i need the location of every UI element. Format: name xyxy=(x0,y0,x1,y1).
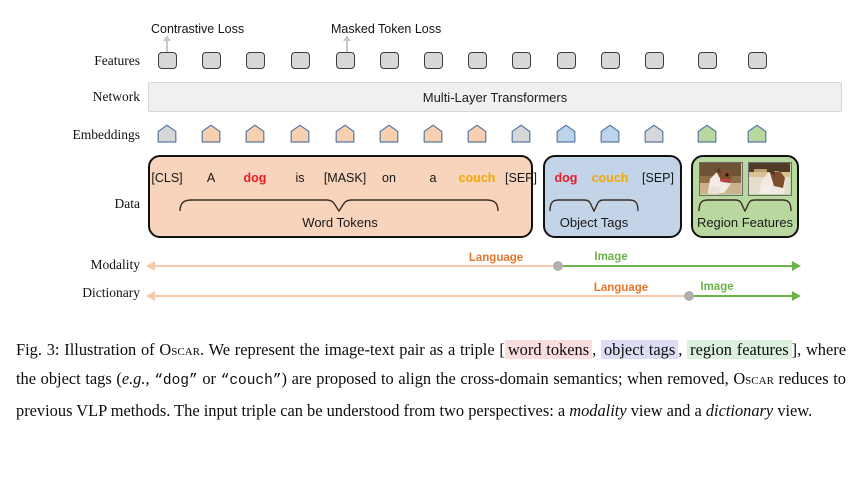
word-token: [CLS] xyxy=(151,171,183,185)
feature-box xyxy=(511,52,531,69)
caption-fig-label: Fig. 3: xyxy=(16,340,60,359)
caption-part-8: view. xyxy=(777,401,813,420)
caption-eg: e.g., xyxy=(121,369,150,388)
caption-model-name: Oscar xyxy=(159,340,200,359)
embedding-shape xyxy=(335,124,355,143)
caption-part-2: . We represent the image-text pair as a … xyxy=(200,340,505,359)
word-tokens-brace-icon xyxy=(178,198,500,212)
embedding-shape xyxy=(379,124,399,143)
modality-image-label: Image xyxy=(594,251,628,263)
caption-highlight-object-tags: object tags xyxy=(600,340,679,359)
loss-label-contrastive: Contrastive Loss xyxy=(151,22,245,36)
caption-italic-modality: modality xyxy=(569,401,627,420)
caption-part-5: ) are proposed to align the cross-domain… xyxy=(281,369,729,388)
figure-caption: Fig. 3: Illustration of Oscar. We repres… xyxy=(16,335,846,425)
modality-language-label: Language xyxy=(468,252,524,264)
network-bar-label: Multi-Layer Transformers xyxy=(422,89,568,105)
embedding-shape xyxy=(157,124,177,143)
object-tag-token: couch xyxy=(591,171,629,185)
figure-oscar-illustration: Features Network Embeddings Data Modalit… xyxy=(0,0,859,330)
embedding-shape xyxy=(245,124,265,143)
feature-box xyxy=(157,52,177,69)
caption-sep-1: , xyxy=(592,340,597,359)
feature-box xyxy=(747,52,767,69)
region-features-group-label: Region Features xyxy=(696,215,794,230)
feature-box xyxy=(201,52,221,69)
modality-divider-dot xyxy=(553,261,563,271)
modality-language-line xyxy=(154,265,554,267)
feature-box xyxy=(644,52,664,69)
word-tokens-group-label: Word Tokens xyxy=(302,215,378,230)
caption-part-4: or xyxy=(202,369,216,388)
word-token: [SEP] xyxy=(505,171,537,185)
caption-sep-2: , xyxy=(678,340,683,359)
dictionary-right-arrow-icon xyxy=(792,291,801,301)
modality-right-arrow-icon xyxy=(792,261,801,271)
embedding-shape xyxy=(697,124,717,143)
word-token: couch xyxy=(458,171,496,185)
object-tag-token: [SEP] xyxy=(642,171,674,185)
loss-label-masked-token: Masked Token Loss xyxy=(331,22,442,36)
caption-highlight-word-tokens: word tokens xyxy=(504,340,593,359)
embedding-shape xyxy=(511,124,531,143)
caption-quote-couch: “couch” xyxy=(220,373,282,389)
object-tags-group-label: Object Tags xyxy=(559,215,629,230)
word-token: A xyxy=(206,171,216,185)
caption-italic-dictionary: dictionary xyxy=(705,401,774,420)
modality-image-line xyxy=(563,265,795,267)
feature-box xyxy=(556,52,576,69)
feature-box xyxy=(697,52,717,69)
region-thumbnail-2 xyxy=(748,162,792,196)
row-label-data: Data xyxy=(114,196,140,211)
feature-box xyxy=(379,52,399,69)
dictionary-image-label: Image xyxy=(700,281,734,293)
feature-box xyxy=(600,52,620,69)
object-tags-brace-icon xyxy=(548,198,640,212)
caption-part-7: view and a xyxy=(630,401,702,420)
embedding-shape xyxy=(201,124,221,143)
feature-box xyxy=(290,52,310,69)
region-thumbnail-1 xyxy=(699,162,743,196)
feature-box xyxy=(245,52,265,69)
embedding-shape xyxy=(290,124,310,143)
caption-quote-dog: “dog” xyxy=(154,373,198,389)
row-label-dictionary: Dictionary xyxy=(82,285,140,300)
feature-box xyxy=(423,52,443,69)
feature-box xyxy=(335,52,355,69)
caption-model-name-2: Oscar xyxy=(733,369,774,388)
caption-part-1: Illustration of xyxy=(64,340,155,359)
embedding-shape xyxy=(600,124,620,143)
dictionary-divider-dot xyxy=(684,291,694,301)
word-token: on xyxy=(382,171,396,185)
word-token: [MASK] xyxy=(323,171,367,185)
word-token: a xyxy=(429,171,437,185)
feature-box xyxy=(467,52,487,69)
embedding-shape xyxy=(644,124,664,143)
embedding-shape xyxy=(467,124,487,143)
embedding-shape xyxy=(556,124,576,143)
network-bar: Multi-Layer Transformers xyxy=(148,82,842,112)
word-token: is xyxy=(295,171,305,185)
word-token: dog xyxy=(243,171,267,185)
masked-token-loss-arrow-icon xyxy=(343,35,350,52)
embedding-shape xyxy=(747,124,767,143)
contrastive-loss-arrow-icon xyxy=(163,35,170,52)
region-features-brace-icon xyxy=(697,198,793,212)
dictionary-language-label: Language xyxy=(593,282,649,294)
row-label-embeddings: Embeddings xyxy=(72,127,141,142)
caption-highlight-region-features: region features xyxy=(687,340,792,359)
row-label-features: Features xyxy=(94,53,140,68)
dictionary-image-line xyxy=(694,295,795,297)
embedding-shape xyxy=(423,124,443,143)
object-tag-token: dog xyxy=(554,171,578,185)
row-label-network: Network xyxy=(92,89,140,104)
dictionary-language-line xyxy=(154,295,684,297)
row-label-modality: Modality xyxy=(90,257,141,272)
